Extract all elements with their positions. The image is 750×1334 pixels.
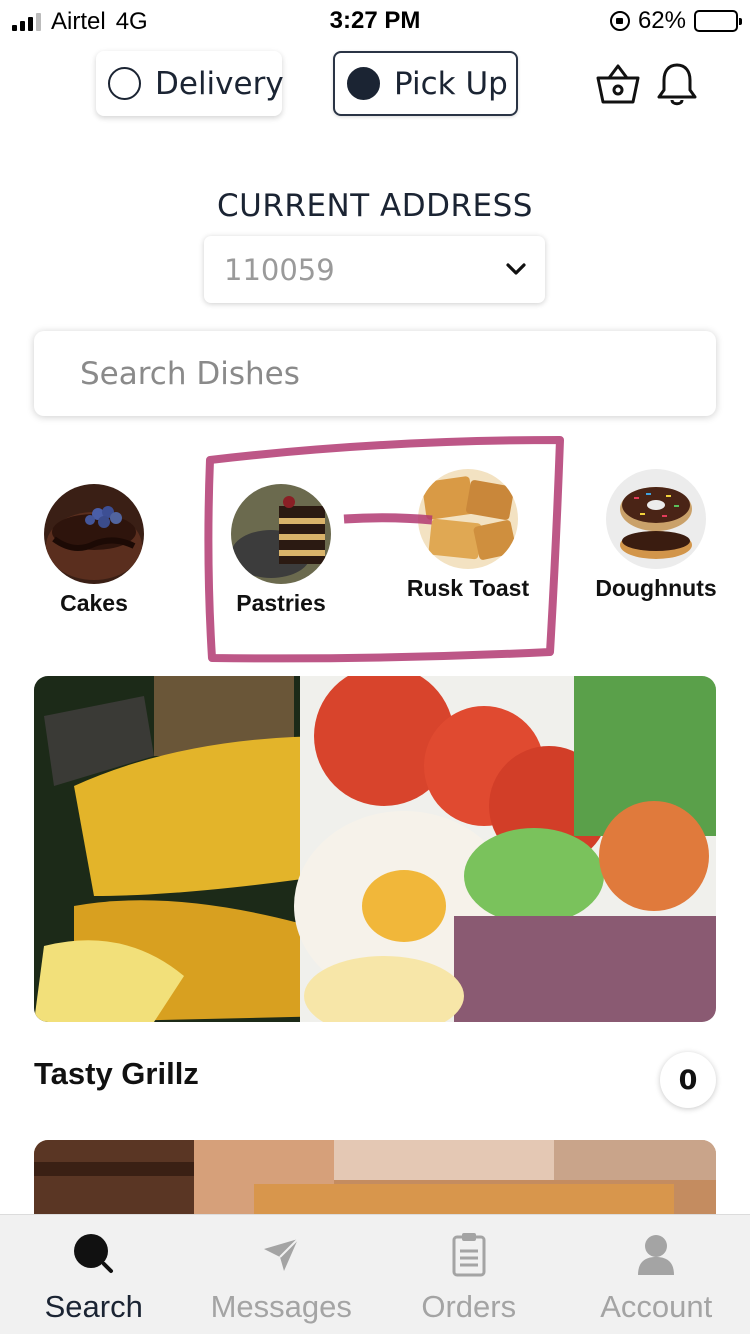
delivery-label: Delivery — [155, 65, 284, 102]
tab-label: Search — [44, 1289, 143, 1324]
category-cakes[interactable]: Cakes — [24, 484, 164, 618]
tab-label: Messages — [210, 1289, 352, 1324]
tab-account[interactable]: Account — [563, 1215, 750, 1334]
battery-percent: 62% — [637, 7, 686, 34]
bottom-tab-bar: Search Messages Orders Account — [0, 1214, 750, 1334]
network-type: 4G — [115, 8, 148, 35]
cake-image — [44, 484, 144, 584]
address-value: 110059 — [224, 252, 335, 287]
tab-label: Account — [600, 1289, 713, 1324]
rusk-image — [418, 469, 518, 569]
doughnut-image — [606, 469, 706, 569]
category-label: Pastries — [236, 590, 326, 616]
tab-label: Orders — [421, 1289, 517, 1324]
pickup-label: Pick Up — [394, 65, 508, 102]
pastry-image — [231, 484, 331, 584]
bell-icon[interactable] — [654, 60, 700, 108]
status-bar: Airtel 4G 3:27 PM 62% — [0, 0, 750, 40]
address-dropdown[interactable]: 110059 — [204, 236, 545, 303]
signal-icon — [12, 13, 41, 31]
user-icon — [638, 1235, 675, 1275]
carrier-name: Airtel — [51, 8, 106, 35]
status-right: 62% — [609, 7, 742, 35]
delivery-radio-icon — [108, 67, 141, 100]
search-placeholder: Search Dishes — [80, 355, 300, 392]
category-doughnuts[interactable]: Doughnuts — [586, 469, 726, 603]
pickup-option[interactable]: Pick Up — [333, 51, 518, 116]
tab-orders[interactable]: Orders — [375, 1215, 563, 1334]
restaurant-image[interactable] — [34, 1140, 716, 1220]
battery-icon — [694, 10, 742, 32]
category-label: Rusk Toast — [406, 575, 530, 601]
status-left: Airtel 4G — [12, 8, 148, 36]
basket-icon[interactable] — [595, 60, 641, 108]
search-dishes-input[interactable]: Search Dishes — [34, 331, 716, 416]
current-address-label: CURRENT ADDRESS — [217, 188, 533, 224]
tab-messages[interactable]: Messages — [188, 1215, 376, 1334]
category-label: Doughnuts — [595, 575, 717, 601]
restaurant-count-badge: 0 — [660, 1052, 716, 1108]
clipboard-icon — [452, 1233, 486, 1277]
restaurant-name[interactable]: Tasty Grillz — [34, 1056, 199, 1092]
pickup-radio-icon — [347, 67, 380, 100]
search-icon — [73, 1234, 113, 1273]
category-rusk-toast[interactable]: Rusk Toast — [398, 469, 538, 603]
chevron-down-icon — [506, 263, 526, 275]
send-icon — [264, 1238, 299, 1271]
orientation-lock-icon — [609, 11, 630, 31]
restaurant-image[interactable] — [34, 676, 716, 1022]
tab-search[interactable]: Search — [0, 1215, 188, 1334]
delivery-option[interactable]: Delivery — [96, 51, 284, 116]
category-label: Cakes — [60, 590, 128, 616]
category-pastries[interactable]: Pastries — [211, 484, 351, 618]
